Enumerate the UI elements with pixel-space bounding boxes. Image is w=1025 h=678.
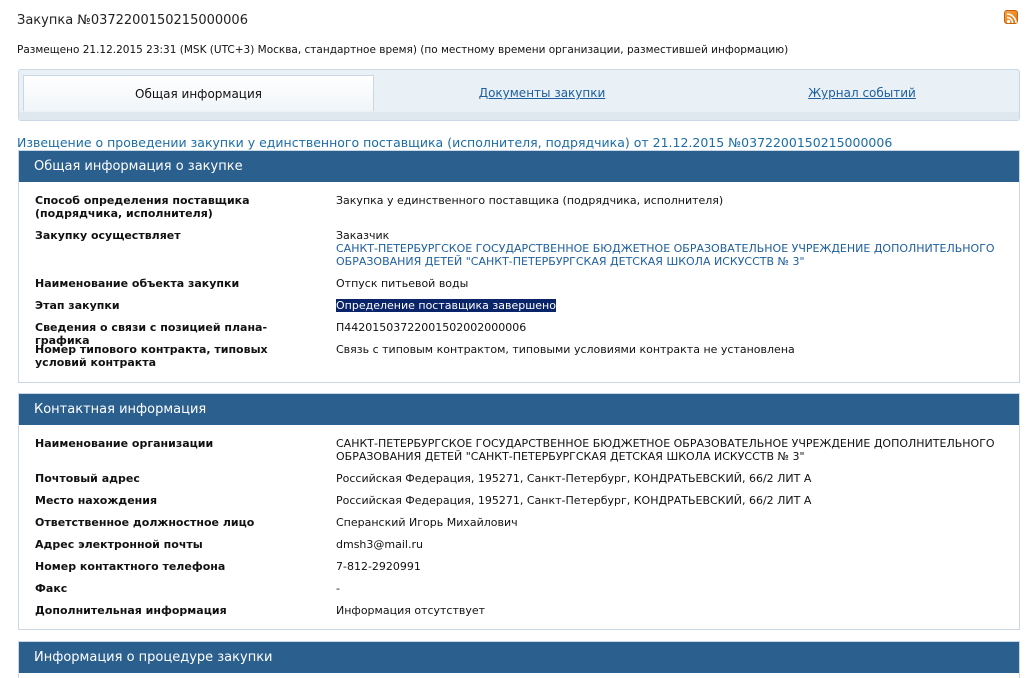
row-value: Отпуск питьевой воды [336, 277, 469, 290]
row-value: Российская Федерация, 195271, Санкт-Пете… [336, 472, 812, 485]
tab-bar-bottom [19, 112, 1019, 120]
row-label: Факс [35, 582, 68, 595]
stage-value: Определение поставщика завершено [336, 299, 556, 312]
row-value: - [336, 582, 340, 595]
row-label: Номер типового контракта, типовых услови… [35, 343, 268, 369]
tab-bar: Общая информация Документы закупки Журна… [18, 69, 1020, 121]
procedure-info-section: Информация о процедуре закупки [18, 641, 1020, 678]
notice-title: Извещение о проведении закупки у единств… [17, 135, 893, 150]
section-header: Общая информация о закупке [19, 151, 1019, 182]
row-label: Место нахождения [35, 494, 158, 507]
row-label: Наименование организации [35, 437, 214, 450]
row-label: Закупку осуществляет [35, 229, 181, 242]
row-value: 7-812-2920991 [336, 560, 421, 573]
row-label: Способ определения поставщика (подрядчик… [35, 194, 250, 220]
customer-link[interactable]: САНКТ-ПЕТЕРБУРГСКОЕ ГОСУДАРСТВЕННОЕ БЮДЖ… [336, 242, 1006, 268]
tab-journal[interactable]: Журнал событий [719, 75, 1005, 111]
row-value: Определение поставщика завершено [336, 299, 1006, 312]
section-header: Контактная информация [19, 394, 1019, 425]
contact-info-section: Контактная информация Наименование орган… [18, 393, 1020, 630]
row-value: Заказчик САНКТ-ПЕТЕРБУРГСКОЕ ГОСУДАРСТВЕ… [336, 229, 1006, 268]
row-label: Дополнительная информация [35, 604, 227, 617]
row-label: Почтовый адрес [35, 472, 140, 485]
row-value: Сперанский Игорь Михайлович [336, 516, 518, 529]
row-value: Российская Федерация, 195271, Санкт-Пете… [336, 494, 812, 507]
tab-general[interactable]: Общая информация [23, 75, 374, 111]
customer-type: Заказчик [336, 229, 390, 242]
row-value: dmsh3@mail.ru [336, 538, 423, 551]
tab-documents[interactable]: Документы закупки [399, 75, 685, 111]
row-value: Связь с типовым контрактом, типовыми усл… [336, 343, 795, 356]
row-label: Наименование объекта закупки [35, 277, 240, 290]
row-value: САНКТ-ПЕТЕРБУРГСКОЕ ГОСУДАРСТВЕННОЕ БЮДЖ… [336, 437, 995, 463]
section-header: Информация о процедуре закупки [19, 642, 1019, 673]
row-value: Закупка у единственного поставщика (подр… [336, 194, 724, 207]
row-label: Номер контактного телефона [35, 560, 226, 573]
row-label: Адрес электронной почты [35, 538, 203, 551]
page-title: Закупка №0372200150215000006 [17, 13, 248, 28]
row-label: Этап закупки [35, 299, 120, 312]
plan-position-link[interactable]: П44201503722001502002000006 [336, 321, 1006, 334]
posted-info: Размещено 21.12.2015 23:31 (MSK (UTC+3) … [17, 44, 789, 56]
rss-icon[interactable] [1004, 10, 1018, 24]
row-label: Ответственное должностное лицо [35, 516, 255, 529]
row-value: Информация отсутствует [336, 604, 486, 617]
general-info-section: Общая информация о закупке Способ опреде… [18, 150, 1020, 383]
